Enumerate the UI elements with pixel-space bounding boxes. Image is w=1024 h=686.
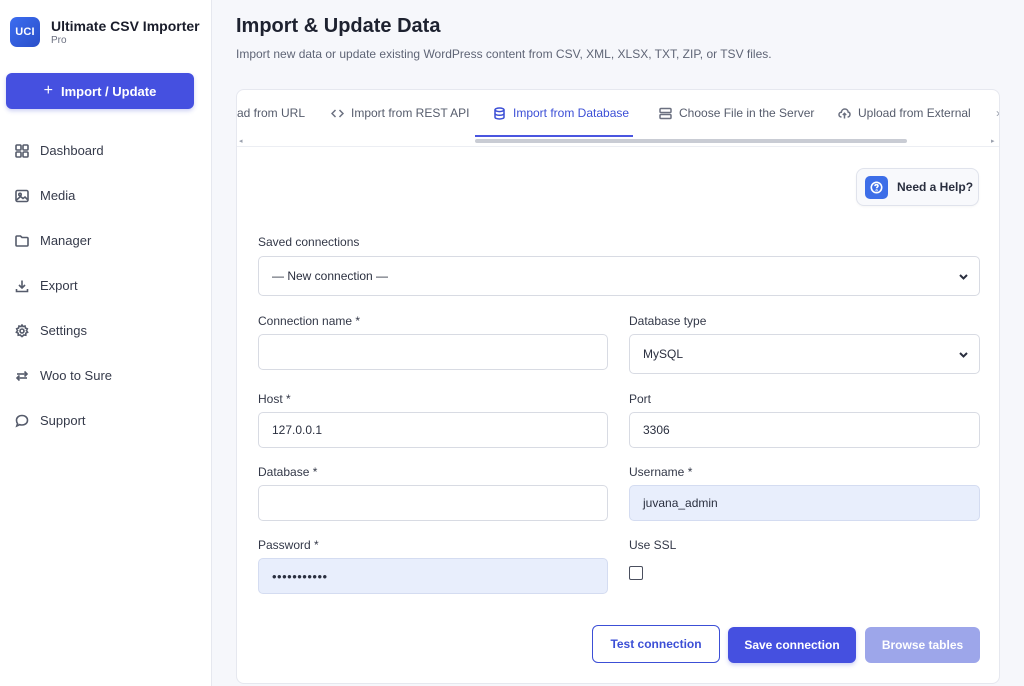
sidebar-item-label: Woo to Sure <box>40 368 113 383</box>
host-value: 127.0.0.1 <box>272 423 323 437</box>
database-input[interactable] <box>258 485 608 521</box>
use-ssl-checkbox[interactable] <box>629 566 643 580</box>
username-label: Username * <box>629 465 693 479</box>
browse-tables-button[interactable]: Browse tables <box>865 627 980 663</box>
database-type-label: Database type <box>629 314 707 328</box>
connection-name-input[interactable] <box>258 334 608 370</box>
test-connection-button[interactable]: Test connection <box>592 625 720 663</box>
app-subtitle: Pro <box>51 34 67 46</box>
need-help-label: Need a Help? <box>897 180 974 194</box>
tab-label: Choose File in the Server <box>679 106 815 120</box>
tab-scrollbar[interactable]: ◂ ▸ <box>237 138 999 146</box>
save-connection-label: Save connection <box>744 638 840 652</box>
sidebar-item-support[interactable]: Support <box>0 398 211 443</box>
import-card: ad from URL Import from REST API Import … <box>236 89 1000 684</box>
sidebar-item-media[interactable]: Media <box>0 173 211 218</box>
active-tab-indicator <box>475 135 633 137</box>
import-update-label: Import / Update <box>61 83 157 99</box>
use-ssl-label: Use SSL <box>629 538 677 552</box>
tab-label: Upload from External <box>858 106 971 120</box>
need-help-button[interactable]: Need a Help? <box>856 168 979 206</box>
import-update-button[interactable]: + Import / Update <box>6 73 194 109</box>
database-label: Database * <box>258 465 318 479</box>
password-value: ••••••••••• <box>272 568 328 584</box>
saved-connections-select[interactable]: — New connection — <box>258 256 980 296</box>
chevron-down-icon <box>958 271 969 282</box>
page-subtitle: Import new data or update existing WordP… <box>236 47 772 61</box>
arrows-swap-icon <box>15 370 29 381</box>
sidebar-item-woo-to-sure[interactable]: Woo to Sure <box>0 353 211 398</box>
scroll-left-arrow-icon[interactable]: ◂ <box>239 137 243 145</box>
tab-upload-from-external[interactable]: Upload from External <box>838 90 971 136</box>
save-connection-button[interactable]: Save connection <box>728 627 856 663</box>
browse-tables-label: Browse tables <box>881 638 964 652</box>
image-icon <box>15 189 29 202</box>
username-value: juvana_admin <box>643 496 718 510</box>
test-connection-label: Test connection <box>610 637 702 651</box>
connection-name-label: Connection name * <box>258 314 361 328</box>
tab-bar: ad from URL Import from REST API Import … <box>237 90 999 136</box>
sidebar-item-label: Dashboard <box>40 143 104 158</box>
sidebar-item-label: Media <box>40 188 76 203</box>
database-type-value: MySQL <box>643 347 684 361</box>
chat-bubble-icon <box>15 414 29 428</box>
password-label: Password * <box>258 538 319 552</box>
tab-overflow-indicator: › <box>996 90 999 136</box>
sidebar-item-manager[interactable]: Manager <box>0 218 211 263</box>
port-label: Port <box>629 392 652 406</box>
sidebar-nav: Dashboard Media Manager Export Settings … <box>0 128 211 443</box>
download-icon <box>15 280 29 292</box>
server-icon <box>659 107 672 119</box>
sidebar-item-label: Settings <box>40 323 87 338</box>
app-logo: UCI <box>10 17 40 47</box>
port-input[interactable]: 3306 <box>629 412 980 448</box>
brand: UCI Ultimate CSV Importer Pro <box>10 17 200 47</box>
sidebar: UCI Ultimate CSV Importer Pro + Import /… <box>0 0 212 686</box>
host-input[interactable]: 127.0.0.1 <box>258 412 608 448</box>
host-label: Host * <box>258 392 291 406</box>
database-type-select[interactable]: MySQL <box>629 334 980 374</box>
app-title: Ultimate CSV Importer <box>51 17 200 34</box>
tab-divider <box>237 146 999 147</box>
plus-icon: + <box>43 82 53 99</box>
scroll-right-arrow-icon[interactable]: ▸ <box>991 137 995 145</box>
help-circle-icon <box>865 175 888 199</box>
tab-choose-file-in-server[interactable]: Choose File in the Server <box>659 90 814 136</box>
chevron-down-icon <box>958 349 969 360</box>
sidebar-item-label: Manager <box>40 233 92 248</box>
sidebar-item-label: Support <box>40 413 86 428</box>
page-title: Import & Update Data <box>236 15 441 37</box>
saved-connections-label: Saved connections <box>258 235 360 249</box>
tab-import-from-database[interactable]: Import from Database <box>493 90 629 136</box>
cloud-upload-icon <box>838 107 851 118</box>
scroll-thumb[interactable] <box>475 139 907 143</box>
sidebar-item-label: Export <box>40 278 78 293</box>
username-input[interactable]: juvana_admin <box>629 485 980 521</box>
tab-import-from-url[interactable]: ad from URL <box>237 90 305 136</box>
code-icon <box>331 108 344 118</box>
tab-label: Import from REST API <box>351 106 470 120</box>
tab-overflow-glyph: › <box>996 106 999 120</box>
tab-label: ad from URL <box>237 106 306 120</box>
gear-icon <box>15 323 29 338</box>
tab-import-from-rest-api[interactable]: Import from REST API <box>331 90 469 136</box>
tab-label: Import from Database <box>513 106 630 120</box>
saved-connections-value: — New connection — <box>272 269 389 283</box>
grid-icon <box>15 143 29 158</box>
database-icon <box>494 106 505 120</box>
folder-icon <box>15 234 29 247</box>
port-value: 3306 <box>643 423 670 437</box>
sidebar-item-export[interactable]: Export <box>0 263 211 308</box>
sidebar-item-settings[interactable]: Settings <box>0 308 211 353</box>
password-input[interactable]: ••••••••••• <box>258 558 608 594</box>
sidebar-item-dashboard[interactable]: Dashboard <box>0 128 211 173</box>
